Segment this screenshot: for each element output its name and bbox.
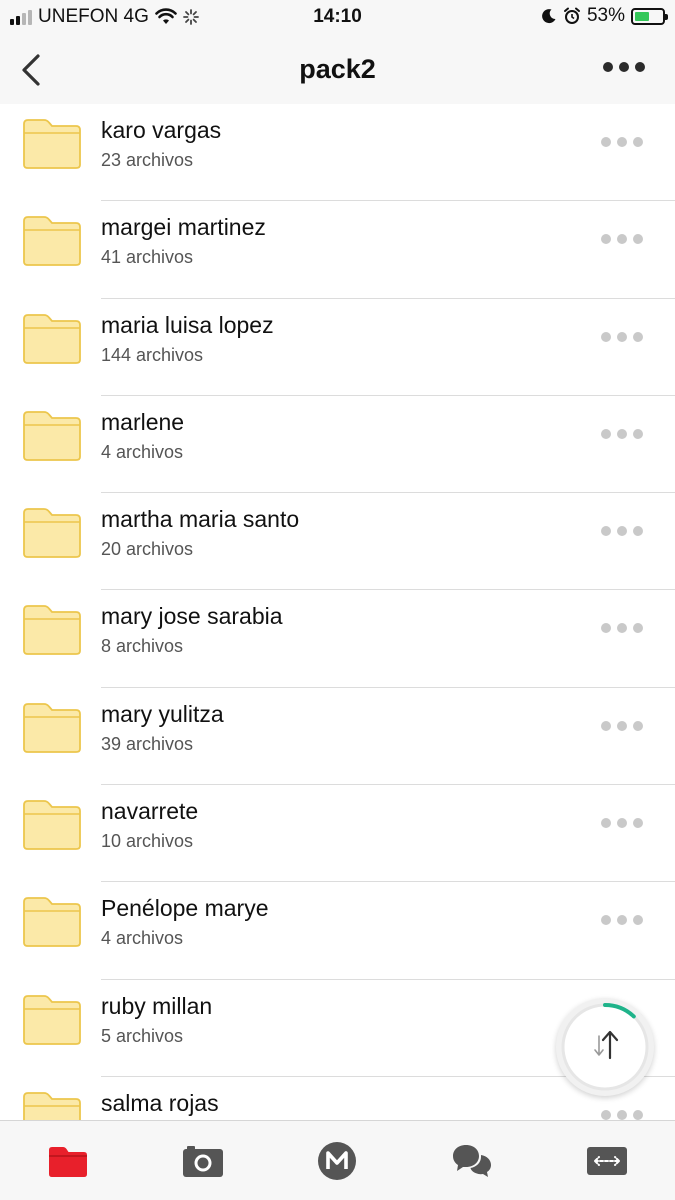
transfers-icon[interactable] bbox=[585, 1141, 629, 1181]
folder-row[interactable]: maria luisa lopez 144 archivos bbox=[0, 299, 675, 396]
folder-name: Penélope marye bbox=[101, 895, 269, 922]
alarm-icon bbox=[563, 7, 580, 24]
folder-file-count: 144 archivos bbox=[101, 344, 204, 365]
folder-file-count: 4 archivos bbox=[101, 928, 184, 949]
folder-name: karo vargas bbox=[101, 117, 222, 143]
folder-icon bbox=[23, 119, 81, 169]
folder-file-count: 23 archivos bbox=[101, 150, 194, 170]
folder-name: maria luisa lopez bbox=[101, 311, 274, 338]
folder-name: margei martinez bbox=[101, 214, 266, 241]
folder-icon bbox=[23, 216, 81, 267]
folder-file-count: 5 archivos bbox=[101, 1025, 184, 1046]
folder-row[interactable]: Penélope marye 4 archivos bbox=[0, 882, 675, 980]
folder-more-icon[interactable] bbox=[601, 915, 643, 926]
folder-name: mary jose sarabia bbox=[101, 603, 283, 630]
camera-icon[interactable] bbox=[181, 1141, 225, 1181]
folder-name: navarrete bbox=[101, 798, 199, 825]
folder-icon bbox=[23, 313, 81, 364]
more-options-icon[interactable] bbox=[603, 62, 645, 72]
folder-icon bbox=[23, 897, 81, 948]
folder-name: martha maria santo bbox=[101, 506, 300, 533]
folder-more-icon[interactable] bbox=[601, 526, 643, 537]
folder-icon bbox=[23, 800, 81, 850]
folder-more-icon[interactable] bbox=[601, 331, 643, 342]
transfer-progress-button[interactable] bbox=[556, 998, 654, 1096]
folder-row[interactable]: marlene 4 archivos bbox=[0, 396, 675, 494]
folder-icon bbox=[23, 994, 81, 1045]
chat-bubbles-icon[interactable] bbox=[450, 1141, 494, 1181]
tab-bar bbox=[0, 1120, 675, 1200]
folder-file-count: 39 archivos bbox=[101, 733, 194, 754]
navigation-bar: pack2 bbox=[0, 36, 675, 104]
folder-icon bbox=[23, 508, 81, 559]
folder-row[interactable]: mary yulitza 39 archivos bbox=[0, 688, 675, 786]
folder-row[interactable]: karo vargas 23 archivos bbox=[0, 104, 675, 202]
folder-file-count: 41 archivos bbox=[101, 247, 194, 268]
transfer-arrows-icon bbox=[594, 1030, 619, 1060]
folder-file-count: 10 archivos bbox=[101, 831, 194, 852]
folder-icon[interactable] bbox=[46, 1141, 90, 1181]
folder-row[interactable]: margei martinez 41 archivos bbox=[0, 201, 675, 299]
folder-more-icon[interactable] bbox=[601, 1109, 643, 1120]
folder-name: mary yulitza bbox=[101, 700, 224, 727]
folder-more-icon[interactable] bbox=[601, 623, 643, 634]
folder-more-icon[interactable] bbox=[601, 720, 643, 731]
battery-percent: 53% bbox=[586, 5, 625, 26]
battery-icon bbox=[631, 7, 668, 25]
folder-row[interactable]: mary jose sarabia 8 archivos bbox=[0, 590, 675, 688]
folder-icon bbox=[23, 410, 81, 461]
folder-more-icon[interactable] bbox=[601, 137, 643, 147]
folder-name: marlene bbox=[101, 408, 185, 435]
folder-icon bbox=[23, 605, 81, 656]
folder-file-count: 4 archivos bbox=[101, 441, 184, 462]
folder-name: salma rojas bbox=[101, 1089, 219, 1116]
mega-logo-icon[interactable] bbox=[315, 1141, 359, 1181]
battery-fill bbox=[635, 11, 649, 21]
folder-more-icon[interactable] bbox=[601, 818, 643, 829]
folder-icon bbox=[23, 1092, 81, 1120]
folder-row[interactable]: martha maria santo 20 archivos bbox=[0, 493, 675, 591]
folder-file-count: 20 archivos bbox=[101, 539, 194, 560]
folder-more-icon[interactable] bbox=[601, 234, 643, 245]
page-title: pack2 bbox=[299, 54, 376, 84]
folder-icon bbox=[23, 702, 81, 753]
folder-list: karo vargas 23 archivos margei martinez … bbox=[0, 104, 675, 1120]
folder-row[interactable]: navarrete 10 archivos bbox=[0, 785, 675, 883]
folder-file-count: 8 archivos bbox=[101, 636, 184, 657]
folder-more-icon[interactable] bbox=[601, 428, 643, 439]
moon-icon bbox=[542, 9, 556, 24]
folder-name: ruby millan bbox=[101, 992, 213, 1019]
status-bar: UNEFON 4G 14:10 53% bbox=[0, 0, 675, 36]
